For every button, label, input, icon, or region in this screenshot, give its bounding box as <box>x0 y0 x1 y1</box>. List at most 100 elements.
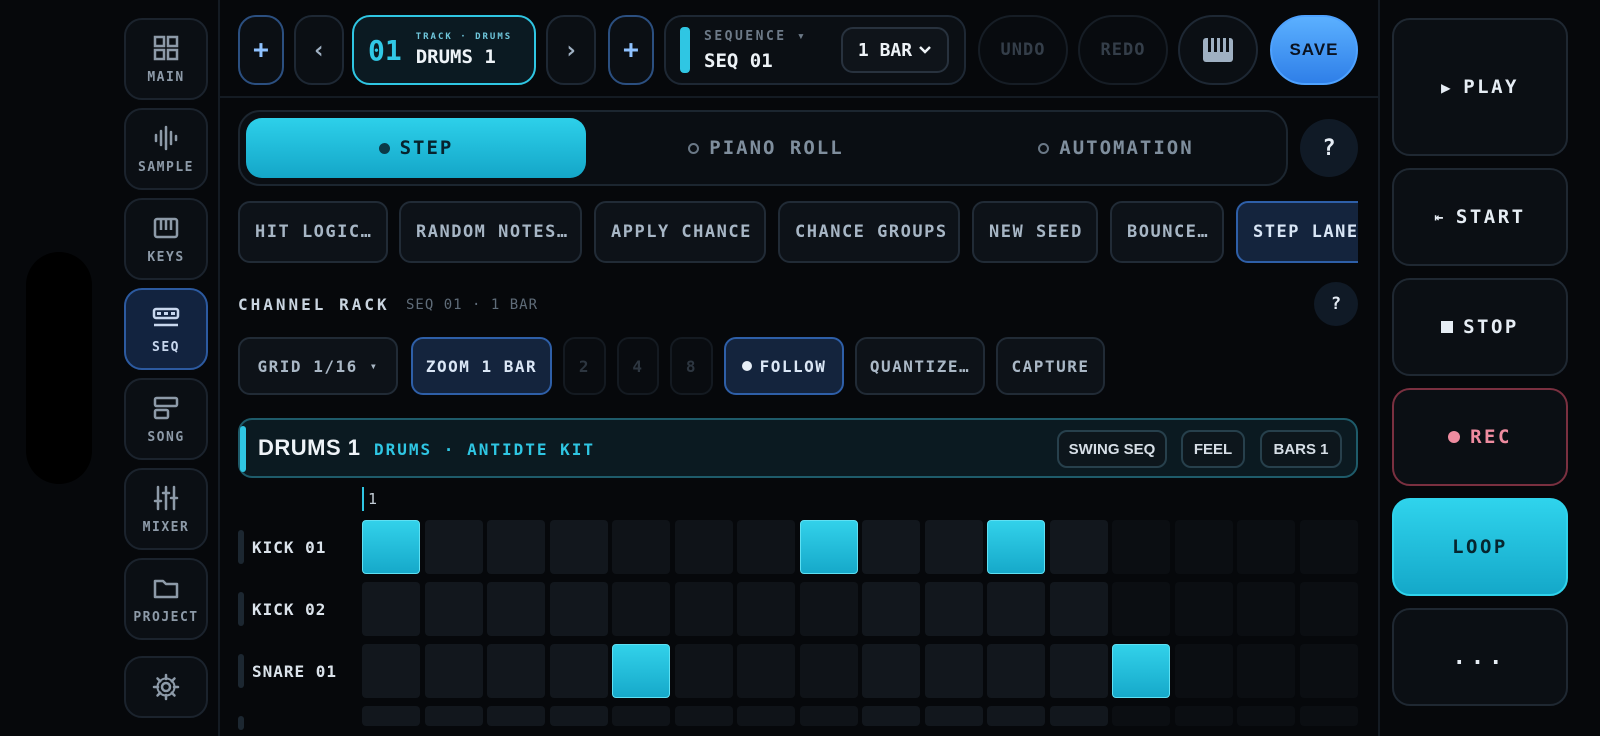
step-cell[interactable] <box>487 706 545 726</box>
step-cell[interactable] <box>987 644 1045 698</box>
nav-sample[interactable]: SAMPLE <box>124 108 208 190</box>
step-cell[interactable] <box>1175 582 1233 636</box>
step-cell[interactable] <box>362 706 420 726</box>
new-seed-button[interactable]: NEW SEED <box>972 201 1098 263</box>
step-cell[interactable] <box>487 644 545 698</box>
bar-length-dropdown[interactable]: 1 BAR <box>841 27 949 73</box>
nav-seq[interactable]: SEQ <box>124 288 208 370</box>
step-cell[interactable] <box>612 520 670 574</box>
apply-chance-button[interactable]: APPLY CHANCE <box>594 201 766 263</box>
step-cell[interactable] <box>612 706 670 726</box>
step-cell[interactable] <box>862 644 920 698</box>
step-cell[interactable] <box>800 582 858 636</box>
tab-automation[interactable]: AUTOMATION <box>946 118 1286 178</box>
bars-button[interactable]: BARS 1 <box>1260 430 1342 468</box>
track-selector[interactable]: 01 TRACK · DRUMS DRUMS 1 <box>352 15 536 85</box>
step-cell[interactable] <box>925 582 983 636</box>
step-cell[interactable] <box>1237 582 1295 636</box>
step-cell[interactable] <box>737 706 795 726</box>
step-lane-button[interactable]: STEP LANE <box>1236 201 1358 263</box>
step-cell[interactable] <box>737 582 795 636</box>
bounce-button[interactable]: BOUNCE… <box>1110 201 1224 263</box>
step-cell-active[interactable] <box>800 520 858 574</box>
stop-button[interactable]: STOP <box>1392 278 1568 376</box>
step-cell[interactable] <box>1050 706 1108 726</box>
play-button[interactable]: ▶ PLAY <box>1392 18 1568 156</box>
zoom-1-bar-button[interactable]: ZOOM 1 BAR <box>411 337 552 395</box>
capture-button[interactable]: CAPTURE <box>996 337 1105 395</box>
mode-help-button[interactable]: ? <box>1300 119 1358 177</box>
piano-button[interactable] <box>1178 15 1258 85</box>
random-notes-button[interactable]: RANDOM NOTES… <box>399 201 582 263</box>
step-cell[interactable] <box>1112 520 1170 574</box>
nav-project[interactable]: PROJECT <box>124 558 208 640</box>
record-button[interactable]: REC <box>1392 388 1568 486</box>
step-cell[interactable] <box>925 644 983 698</box>
redo-button[interactable]: REDO <box>1078 15 1168 85</box>
step-cell[interactable] <box>1300 644 1358 698</box>
step-cell[interactable] <box>675 706 733 726</box>
step-cell[interactable] <box>550 520 608 574</box>
step-cell[interactable] <box>1050 582 1108 636</box>
step-cell[interactable] <box>1050 520 1108 574</box>
settings-button[interactable] <box>124 656 208 718</box>
step-cell-active[interactable] <box>612 644 670 698</box>
step-cell[interactable] <box>1300 520 1358 574</box>
step-cell[interactable] <box>737 520 795 574</box>
sequence-selector[interactable]: SEQUENCE ▾ SEQ 01 1 BAR <box>664 15 966 85</box>
step-cell[interactable] <box>862 520 920 574</box>
step-cell[interactable] <box>862 582 920 636</box>
quantize-button[interactable]: QUANTIZE… <box>855 337 985 395</box>
step-cell[interactable] <box>800 706 858 726</box>
feel-button[interactable]: FEEL <box>1181 430 1245 468</box>
chance-groups-button[interactable]: CHANCE GROUPS <box>778 201 960 263</box>
zoom-8-button[interactable]: 8 <box>670 337 713 395</box>
step-cell-active[interactable] <box>1112 644 1170 698</box>
start-button[interactable]: ⇤ START <box>1392 168 1568 266</box>
rack-help-button[interactable]: ? <box>1314 282 1358 326</box>
step-cell[interactable] <box>425 520 483 574</box>
add-track-button[interactable]: + <box>238 15 284 85</box>
step-cell[interactable] <box>675 644 733 698</box>
step-cell[interactable] <box>550 644 608 698</box>
step-cell[interactable] <box>925 706 983 726</box>
step-cell[interactable] <box>675 582 733 636</box>
zoom-4-button[interactable]: 4 <box>617 337 659 395</box>
step-cell[interactable] <box>1237 644 1295 698</box>
step-cell[interactable] <box>425 582 483 636</box>
grid-dropdown[interactable]: GRID 1/16 ▾ <box>238 337 398 395</box>
step-cell[interactable] <box>1112 706 1170 726</box>
step-cell[interactable] <box>1300 582 1358 636</box>
step-cell[interactable] <box>550 582 608 636</box>
step-cell[interactable] <box>487 520 545 574</box>
step-cell[interactable] <box>737 644 795 698</box>
prev-track-button[interactable]: ‹ <box>294 15 344 85</box>
step-cell[interactable] <box>925 520 983 574</box>
loop-button[interactable]: LOOP <box>1392 498 1568 596</box>
more-button[interactable]: ... <box>1392 608 1568 706</box>
row-label[interactable]: KICK 02 <box>252 600 326 619</box>
zoom-2-button[interactable]: 2 <box>563 337 606 395</box>
step-cell[interactable] <box>862 706 920 726</box>
step-cell[interactable] <box>1237 520 1295 574</box>
step-cell-active[interactable] <box>362 520 420 574</box>
tab-piano-roll[interactable]: PIANO ROLL <box>596 118 936 178</box>
step-cell[interactable] <box>1175 520 1233 574</box>
save-button[interactable]: SAVE <box>1270 15 1358 85</box>
row-label[interactable]: KICK 01 <box>252 538 326 557</box>
step-cell[interactable] <box>425 644 483 698</box>
nav-mixer[interactable]: MIXER <box>124 468 208 550</box>
step-cell[interactable] <box>362 582 420 636</box>
step-cell[interactable] <box>1237 706 1295 726</box>
follow-toggle[interactable]: FOLLOW <box>724 337 844 395</box>
undo-button[interactable]: UNDO <box>978 15 1068 85</box>
next-track-button[interactable]: › <box>546 15 596 85</box>
swing-seq-button[interactable]: SWING SEQ <box>1057 430 1167 468</box>
step-cell[interactable] <box>1050 644 1108 698</box>
step-cell[interactable] <box>550 706 608 726</box>
step-cell[interactable] <box>1175 706 1233 726</box>
step-cell[interactable] <box>612 582 670 636</box>
hit-logic-button[interactable]: HIT LOGIC… <box>238 201 388 263</box>
step-cell[interactable] <box>987 582 1045 636</box>
step-cell[interactable] <box>987 706 1045 726</box>
